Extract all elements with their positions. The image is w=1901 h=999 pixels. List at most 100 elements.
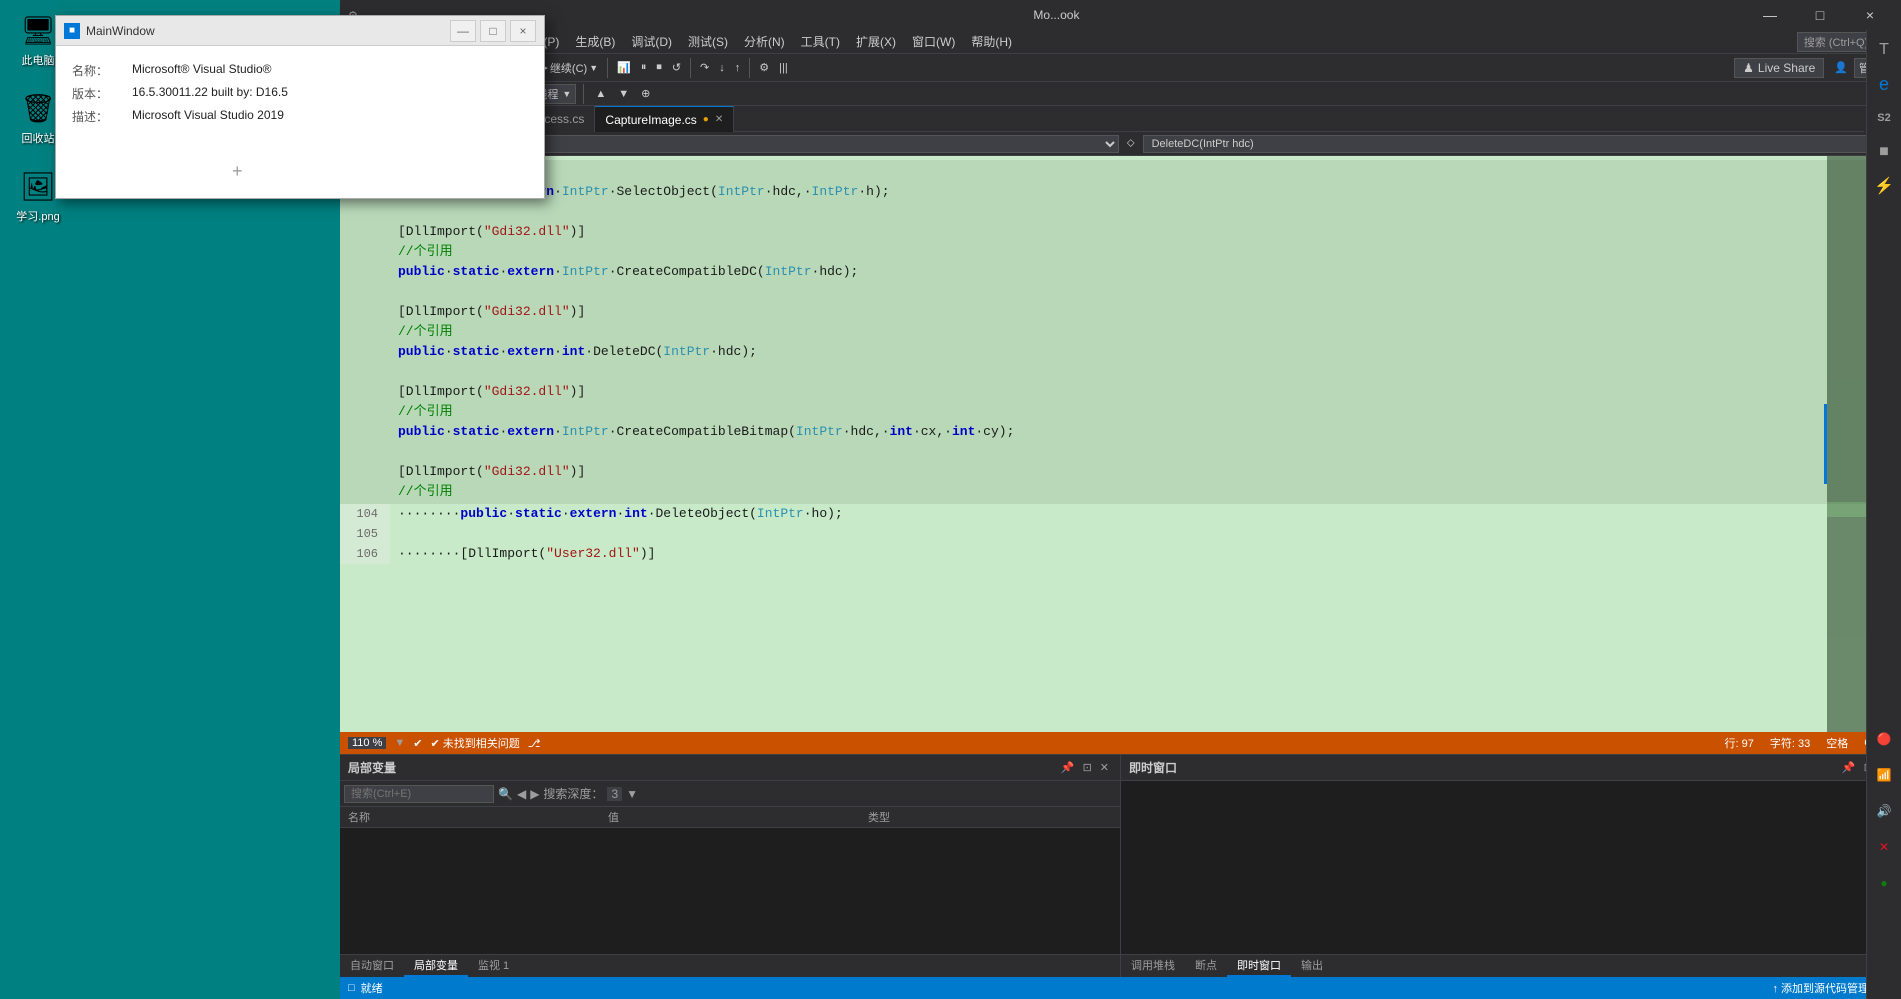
tab-watch-1[interactable]: 监视 1 — [468, 955, 519, 977]
vs-maximize-button[interactable]: □ — [1797, 0, 1843, 30]
tb-nav-ext[interactable]: ⊕ — [637, 85, 654, 102]
code-line: public·static·extern·IntPtr·CreateCompat… — [340, 262, 1901, 282]
about-desc-value: Microsoft Visual Studio 2019 — [132, 108, 284, 125]
zoom-dropdown-icon[interactable]: ▼ — [394, 737, 405, 749]
panel-immediate-pin[interactable]: 📌 — [1839, 761, 1859, 774]
locals-nav-back[interactable]: ◀ — [517, 787, 526, 801]
rs-icon-notifications[interactable]: 🔴 — [1868, 723, 1900, 755]
breadcrumb-bar: ◀ MouseHook.CaptureImage ⬦ DeleteDC(IntP… — [340, 132, 1901, 156]
method-selector[interactable]: DeleteDC(IntPtr hdc) — [1143, 135, 1895, 153]
about-name-value: Microsoft® Visual Studio® — [132, 62, 272, 79]
recycle-icon: 🗑 — [18, 88, 58, 128]
panel-locals: 局部变量 📌 ⊡ ✕ 🔍 ◀ ▶ 搜索深度： 3 — [340, 755, 1121, 954]
tb-start-diag-btn[interactable]: 📊 — [613, 59, 635, 76]
code-line: [DllImport("Gdi32.dll")] — [340, 382, 1901, 402]
tb-nav-up[interactable]: ▲ — [591, 86, 610, 102]
change-indicator — [1824, 156, 1827, 732]
status-check-icon: ✔ — [413, 737, 422, 750]
rs-icon-box[interactable]: ■ — [1868, 136, 1900, 168]
menu-help[interactable]: 帮助(H) — [963, 31, 1020, 52]
about-row-version: 版本： 16.5.30011.22 built by: D16.5 — [72, 85, 528, 102]
about-row-desc: 描述： Microsoft Visual Studio 2019 — [72, 108, 528, 125]
locals-search-input[interactable] — [344, 785, 494, 803]
tab-close-button[interactable]: ✕ — [715, 114, 723, 125]
rs-icon-edge[interactable]: e — [1868, 68, 1900, 100]
panel-immediate-title: 即时窗口 — [1129, 759, 1177, 776]
panel-locals-pin[interactable]: 📌 — [1058, 761, 1078, 774]
vs-minimize-button[interactable]: — — [1747, 0, 1793, 30]
panel-locals-close[interactable]: ✕ — [1097, 761, 1112, 774]
depth-dropdown[interactable]: ▼ — [626, 787, 638, 801]
computer-icon-label: 此电脑 — [22, 52, 55, 68]
recycle-icon-label: 回收站 — [22, 130, 55, 146]
code-line: //个引用 — [340, 402, 1901, 422]
add-to-source-control[interactable]: ↑ 添加到源代码管理 — [1772, 980, 1869, 996]
vs-close-button[interactable]: × — [1847, 0, 1893, 30]
menu-test[interactable]: 测试(S) — [680, 31, 736, 52]
tab-output[interactable]: 输出 — [1291, 955, 1333, 977]
rs-bottom-icons: 🔴 📶 🔊 ✕ ● — [1868, 723, 1900, 999]
tb-profile-btn[interactable]: 👤 — [1830, 59, 1852, 76]
status-bar: 110 % ▼ ✔ ✔ 未找到相关问题 ⎇ 行: 97 字符: 33 空格 CR… — [340, 732, 1901, 754]
status-left: 110 % ▼ ✔ ✔ 未找到相关问题 ⎇ — [348, 735, 1717, 751]
panel-immediate: 即时窗口 📌 ⊡ ✕ — [1121, 755, 1901, 954]
rs-icon-x-red[interactable]: ✕ — [1868, 831, 1900, 863]
tab-callstack[interactable]: 调用堆栈 — [1121, 955, 1185, 977]
immediate-content[interactable] — [1121, 781, 1901, 954]
tab-locals[interactable]: 局部变量 — [404, 955, 468, 977]
tb-stop-btn[interactable]: ⏹ — [652, 59, 666, 76]
tab-modified-indicator: ● — [703, 114, 709, 125]
tb-extra-1[interactable]: ⚙ — [755, 59, 773, 76]
menu-build[interactable]: 生成(B) — [567, 31, 623, 52]
about-name-label: 名称： — [72, 62, 132, 79]
about-content: 名称： Microsoft® Visual Studio® 版本： 16.5.3… — [56, 46, 544, 198]
about-close-button[interactable]: × — [510, 20, 536, 42]
rs-icon-t[interactable]: T — [1868, 34, 1900, 66]
toolbar-main: ◀ ▶ Debug ▼ Any CPU ▼ ▶ 继续(C) ▼ 📊 ⏸ ⏹ ↺ … — [340, 54, 1901, 82]
menu-window[interactable]: 窗口(W) — [904, 31, 963, 52]
locals-table-content — [340, 828, 1120, 954]
rs-icon-settings[interactable]: ⚡ — [1868, 170, 1900, 202]
code-line: //个引用 — [340, 482, 1901, 502]
search-depth-label: 搜索深度： — [543, 785, 603, 802]
panel-locals-dock[interactable]: ⊡ — [1080, 761, 1095, 774]
menu-debug[interactable]: 调试(D) — [623, 31, 680, 52]
bottom-tab-bars: 自动窗口 局部变量 监视 1 调用堆栈 断点 即时窗口 输出 — [340, 954, 1901, 977]
tb-restart-btn[interactable]: ↺ — [668, 59, 685, 76]
rs-icon-green-dot[interactable]: ● — [1868, 867, 1900, 899]
code-content: //个引用 public·static·extern·IntPtr·Select… — [340, 156, 1901, 732]
tb-continue-btn[interactable]: ▶ 继续(C) ▼ — [535, 58, 602, 78]
tb-step-into-btn[interactable]: ↓ — [715, 60, 729, 76]
code-editor[interactable]: //个引用 public·static·extern·IntPtr·Select… — [340, 156, 1901, 732]
menu-extensions[interactable]: 扩展(X) — [848, 31, 904, 52]
menu-bar: 文件(F) 编辑(E) 视图(V) 项目(P) 生成(B) 调试(D) 测试(S… — [340, 30, 1901, 54]
about-minimize-button[interactable]: — — [450, 20, 476, 42]
tab-breakpoints[interactable]: 断点 — [1185, 955, 1227, 977]
rs-icon-sound[interactable]: 🔊 — [1868, 795, 1900, 827]
tb-pause-btn[interactable]: ⏸ — [637, 59, 651, 76]
menu-tools[interactable]: 工具(T) — [793, 31, 848, 52]
tb-step-out-btn[interactable]: ↑ — [731, 60, 745, 76]
live-share-button[interactable]: ♟ ♟ Live Share Live Share — [1734, 58, 1824, 78]
rs-icon-wifi[interactable]: 📶 — [1868, 759, 1900, 791]
tab-captureimage-cs[interactable]: CaptureImage.cs ● ✕ — [595, 106, 734, 132]
final-status-icon: □ — [348, 982, 355, 994]
vs-win-controls: — □ × — [1747, 0, 1893, 30]
tab-immediate-window[interactable]: 即时窗口 — [1227, 955, 1291, 977]
panel-immediate-header: 即时窗口 📌 ⊡ ✕ — [1121, 755, 1901, 781]
spaces-info: 空格 — [1826, 735, 1848, 751]
code-line: //个引用 — [340, 162, 1901, 182]
menu-analyze[interactable]: 分析(N) — [736, 31, 793, 52]
tb-extra-2[interactable]: ||| — [775, 60, 792, 76]
right-sidebar: T e S2 ■ ⚡ 🔴 📶 🔊 ✕ ● — [1866, 30, 1901, 999]
locals-nav-fwd[interactable]: ▶ — [530, 787, 539, 801]
tb2-sep-2 — [583, 84, 584, 104]
about-maximize-button[interactable]: □ — [480, 20, 506, 42]
rs-icon-s2[interactable]: S2 — [1868, 102, 1900, 134]
tb-nav-down[interactable]: ▼ — [614, 86, 633, 102]
final-status-bar: □ 就绪 ↑ 添加到源代码管理 ⚠2 — [340, 977, 1901, 999]
tab-auto-window[interactable]: 自动窗口 — [340, 955, 404, 977]
desktop: 🖥 此电脑 🗑 回收站 🖼 学习.png ■ MainWindow — □ × — [0, 0, 1901, 999]
tb-step-over-btn[interactable]: ↷ — [696, 59, 713, 76]
final-status-text: 就绪 — [361, 980, 383, 996]
